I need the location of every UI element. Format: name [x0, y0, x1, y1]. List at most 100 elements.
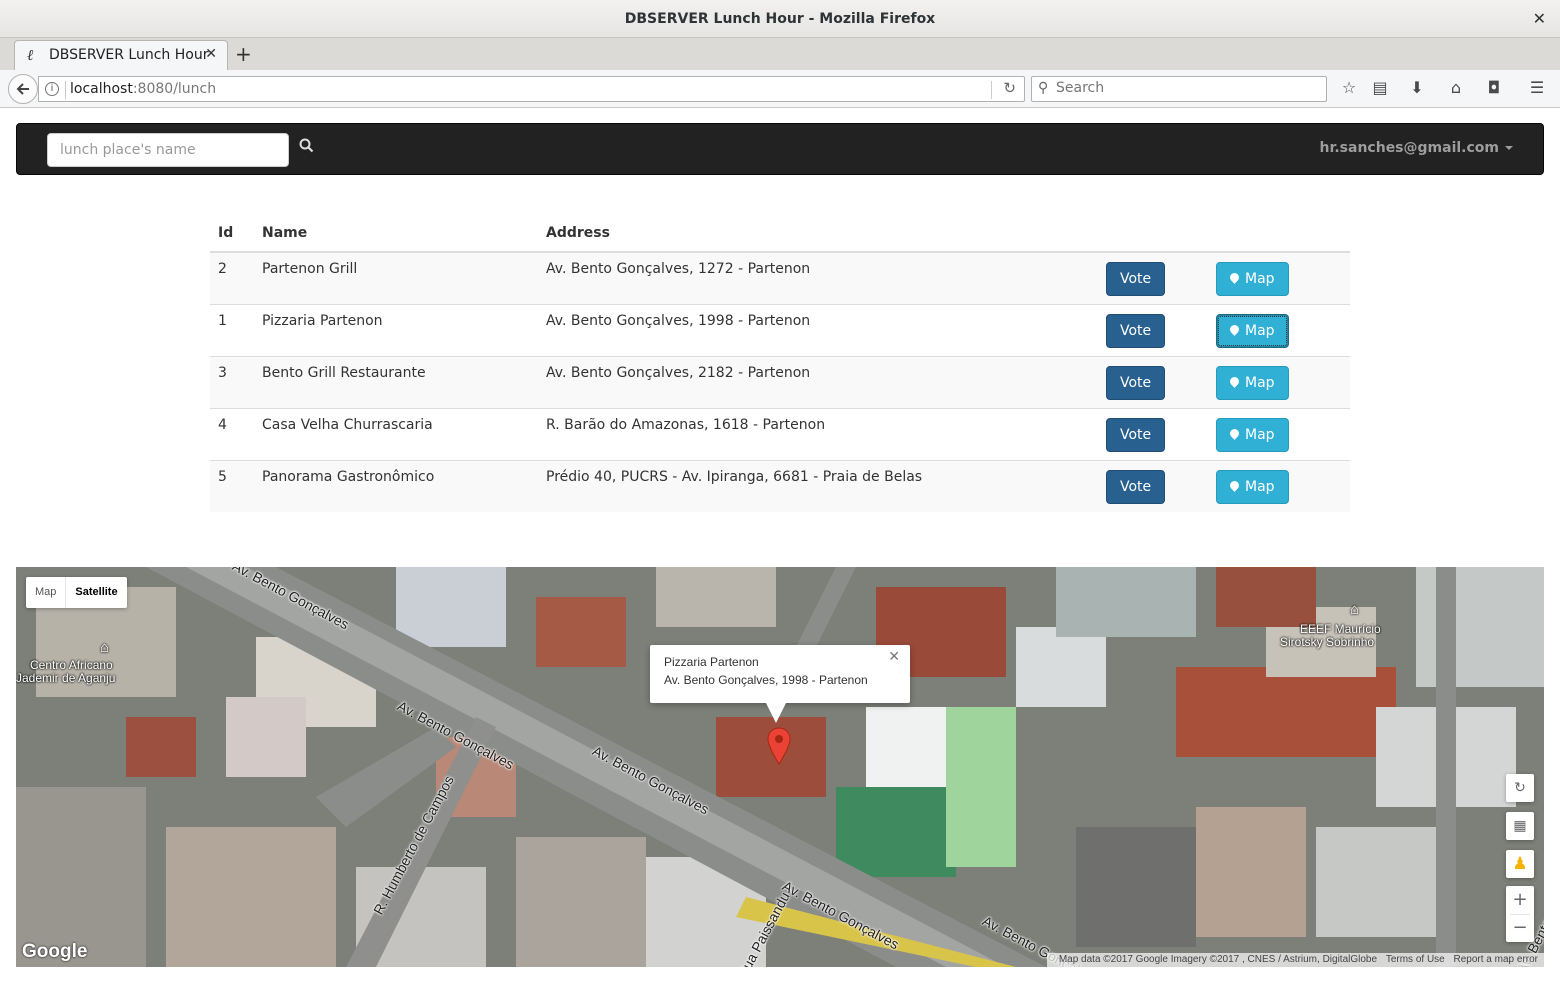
header-vote — [1098, 215, 1208, 253]
vote-button[interactable]: Vote — [1106, 262, 1166, 296]
app-navbar: hr.sanches@gmail.com — [16, 123, 1544, 175]
map-button[interactable]: Map — [1216, 470, 1289, 504]
terms-link[interactable]: Terms of Use — [1386, 954, 1445, 965]
table-row: 4 Casa Velha Churrascaria R. Barão do Am… — [210, 408, 1350, 461]
map-button[interactable]: Map — [1216, 366, 1289, 400]
map-marker-icon — [1228, 427, 1241, 440]
cell-id: 4 — [210, 408, 254, 461]
map-type-control: Map Satellite — [26, 577, 127, 608]
zoom-in-button[interactable]: + — [1506, 886, 1534, 914]
vote-button[interactable]: Vote — [1106, 470, 1166, 504]
search-icon: ⚲ — [1038, 80, 1049, 96]
favicon-icon: ℓ — [27, 46, 34, 64]
map-button-label: Map — [1245, 375, 1275, 391]
poi-label: Jademir de Aganju — [16, 671, 116, 685]
map-button[interactable]: Map — [1216, 262, 1289, 296]
map-marker-icon[interactable] — [767, 727, 791, 765]
map-marker-icon — [1228, 479, 1241, 492]
site-info-icon[interactable]: i — [45, 82, 59, 96]
map-view[interactable]: Map Satellite ⌂ Centro Africano Jademir … — [16, 567, 1544, 967]
poi-label: EEEF Maurício — [1300, 622, 1381, 636]
vote-button[interactable]: Vote — [1106, 366, 1166, 400]
poi-icon: ⌂ — [1350, 601, 1360, 618]
tab-bar: ℓ DBSERVER Lunch Hour ✕ + — [0, 38, 1560, 70]
window-titlebar: DBSERVER Lunch Hour - Mozilla Firefox ✕ — [0, 0, 1560, 38]
map-button[interactable]: Map — [1216, 418, 1289, 452]
cell-vote: Vote — [1098, 460, 1208, 512]
map-button[interactable]: Map — [1216, 314, 1289, 348]
map-type-map-button[interactable]: Map — [26, 577, 65, 608]
pegman-icon[interactable]: ♟ — [1506, 850, 1534, 878]
page-viewport: hr.sanches@gmail.com Id Name Address 2 P… — [0, 108, 1560, 990]
menu-icon[interactable]: ☰ — [1526, 78, 1548, 97]
back-arrow-icon — [16, 83, 29, 95]
cell-vote: Vote — [1098, 356, 1208, 409]
navigation-toolbar: i localhost:8080/lunch ↻ ⚲ ☆ ▤ ⬇ ⌂ ◘ ☰ — [0, 70, 1560, 108]
search-button[interactable] — [299, 138, 321, 160]
zoom-out-button[interactable]: − — [1506, 914, 1534, 942]
browser-search-bar[interactable]: ⚲ — [1031, 76, 1327, 102]
user-menu[interactable]: hr.sanches@gmail.com — [1319, 140, 1513, 156]
cell-vote: Vote — [1098, 408, 1208, 461]
map-button-label: Map — [1245, 427, 1275, 443]
url-path: :8080/lunch — [132, 81, 217, 97]
table-row: 1 Pizzaria Partenon Av. Bento Gonçalves,… — [210, 304, 1350, 357]
map-marker-icon — [1228, 271, 1241, 284]
cell-id: 2 — [210, 252, 254, 305]
map-type-satellite-button[interactable]: Satellite — [65, 577, 126, 608]
cell-name: Pizzaria Partenon — [254, 304, 538, 357]
rotate-icon[interactable]: ↻ — [1506, 774, 1534, 802]
url-text[interactable]: localhost:8080/lunch — [70, 81, 216, 97]
caret-down-icon — [1505, 146, 1513, 150]
user-email: hr.sanches@gmail.com — [1319, 140, 1499, 156]
home-icon[interactable]: ⌂ — [1445, 78, 1467, 97]
map-button-label: Map — [1245, 323, 1275, 339]
map-marker-icon — [1228, 323, 1241, 336]
header-address: Address — [538, 215, 1098, 253]
cell-name: Panorama Gastronômico — [254, 460, 538, 512]
window-title: DBSERVER Lunch Hour - Mozilla Firefox — [624, 11, 936, 27]
cell-address: Prédio 40, PUCRS - Av. Ipiranga, 6681 - … — [538, 460, 1098, 512]
header-id: Id — [210, 215, 254, 253]
cell-address: Av. Bento Gonçalves, 1272 - Partenon — [538, 252, 1098, 305]
cell-map: Map — [1208, 356, 1350, 409]
pocket-icon[interactable]: ◘ — [1483, 78, 1505, 97]
url-host: localhost — [70, 81, 133, 97]
info-window-tail — [766, 703, 786, 723]
reading-list-icon[interactable]: ▤ — [1369, 78, 1391, 97]
poi-label: Sirotsky Sobrinho — [1280, 635, 1375, 649]
browser-tab[interactable]: ℓ DBSERVER Lunch Hour ✕ — [14, 40, 228, 70]
cell-vote: Vote — [1098, 304, 1208, 357]
map-attribution: Map data ©2017 Google Imagery ©2017 , CN… — [1046, 953, 1544, 967]
info-window-close-icon[interactable]: ✕ — [888, 649, 900, 665]
window-close-icon[interactable]: ✕ — [1533, 9, 1546, 28]
back-button[interactable] — [8, 74, 38, 104]
cell-vote: Vote — [1098, 252, 1208, 305]
bookmark-star-icon[interactable]: ☆ — [1338, 78, 1360, 97]
lunch-search-input[interactable] — [47, 133, 289, 167]
new-tab-button[interactable]: + — [235, 42, 252, 66]
url-bar[interactable]: i localhost:8080/lunch ↻ — [38, 76, 1025, 102]
cell-address: R. Barão do Amazonas, 1618 - Partenon — [538, 408, 1098, 461]
tab-close-icon[interactable]: ✕ — [205, 46, 217, 62]
cell-id: 5 — [210, 460, 254, 512]
map-info-window: Pizzaria Partenon Av. Bento Gonçalves, 1… — [650, 645, 910, 723]
report-error-link[interactable]: Report a map error — [1454, 954, 1538, 965]
cell-address: Av. Bento Gonçalves, 1998 - Partenon — [538, 304, 1098, 357]
vote-button[interactable]: Vote — [1106, 418, 1166, 452]
browser-search-input[interactable] — [1056, 80, 1316, 96]
table-row: 2 Partenon Grill Av. Bento Gonçalves, 12… — [210, 252, 1350, 305]
vote-button[interactable]: Vote — [1106, 314, 1166, 348]
google-logo: Google — [22, 941, 88, 962]
cell-name: Casa Velha Churrascaria — [254, 408, 538, 461]
download-icon[interactable]: ⬇ — [1406, 78, 1428, 97]
header-map — [1208, 215, 1350, 253]
reload-icon[interactable]: ↻ — [1003, 79, 1016, 97]
map-button-label: Map — [1245, 271, 1275, 287]
map-marker-icon — [1228, 375, 1241, 388]
reload-separator — [991, 81, 992, 99]
tilt-icon[interactable]: ▦ — [1506, 812, 1534, 840]
cell-name: Partenon Grill — [254, 252, 538, 305]
poi-label: Centro Africano — [30, 658, 113, 672]
zoom-separator — [1510, 914, 1530, 915]
